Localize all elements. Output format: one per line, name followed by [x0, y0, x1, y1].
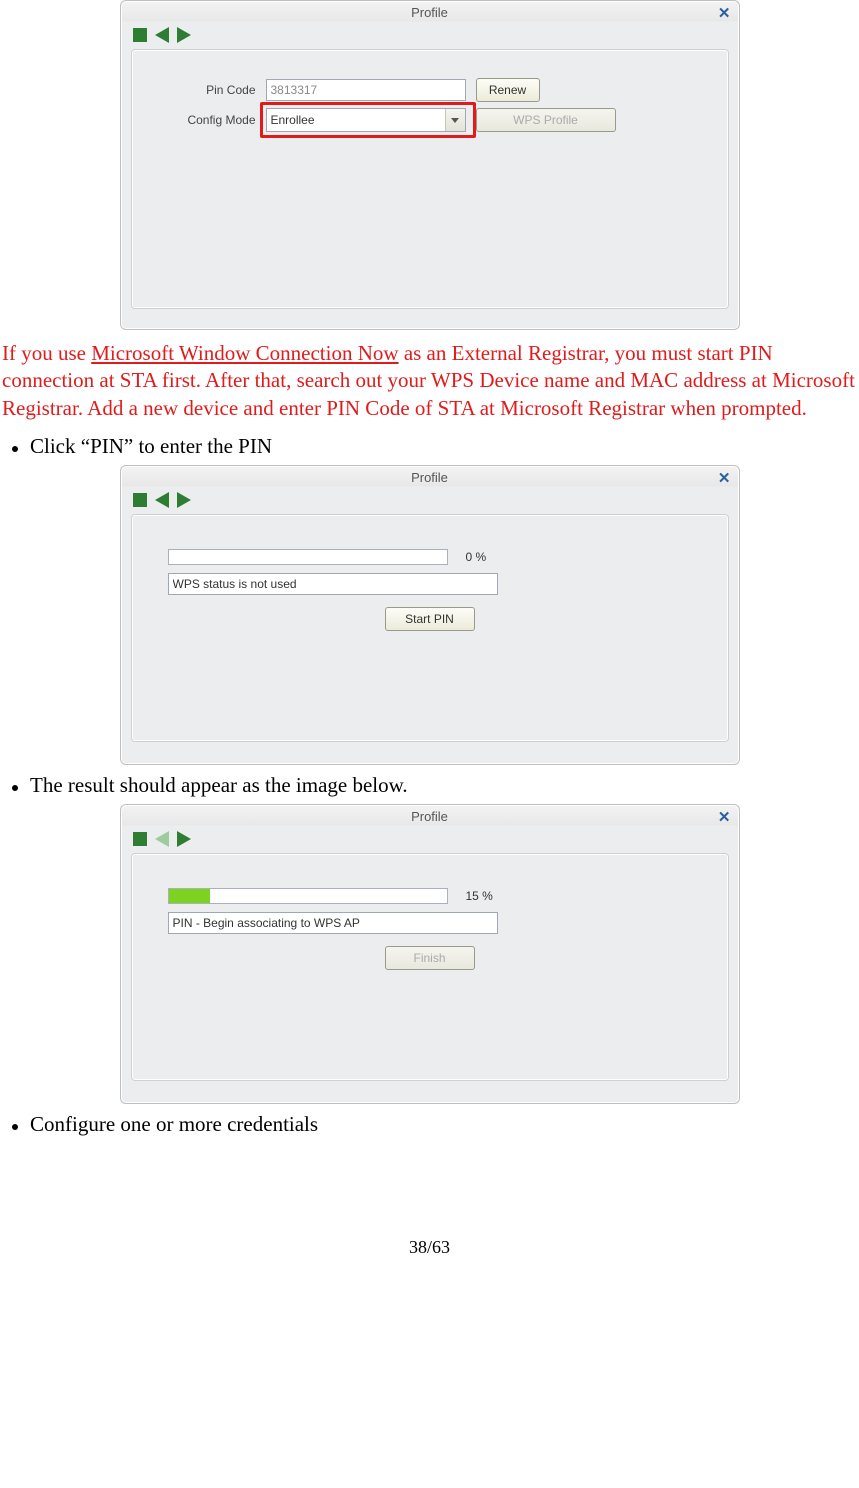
stop-icon[interactable]: [133, 28, 147, 42]
toolbar: [121, 23, 739, 49]
progress-fill: [169, 889, 211, 903]
registrar-note: If you use Microsoft Window Connection N…: [0, 338, 859, 428]
wps-profile-button: WPS Profile: [476, 108, 616, 132]
profile-panel-1: Profile ✕ Pin Code Renew Config Mode WPS…: [120, 0, 740, 330]
panel-body: Pin Code Renew Config Mode WPS Profile: [131, 49, 729, 309]
back-icon[interactable]: [155, 492, 169, 508]
start-pin-button[interactable]: Start PIN: [385, 607, 475, 631]
profile-panel-3: Profile ✕ 15 % Finish: [120, 804, 740, 1104]
close-icon[interactable]: ✕: [718, 4, 731, 22]
progress-bar: [168, 888, 448, 904]
bullet-click-pin: Click “PIN” to enter the PIN: [8, 434, 859, 459]
panel-title: Profile: [121, 1, 739, 23]
progress-bar: [168, 549, 448, 565]
back-icon[interactable]: [155, 27, 169, 43]
bullet-configure: Configure one or more credentials: [8, 1112, 859, 1137]
finish-button: Finish: [385, 946, 475, 970]
panel-body: 0 % Start PIN: [131, 514, 729, 742]
note-prefix: If you use: [2, 341, 91, 365]
panel-title: Profile: [121, 466, 739, 488]
panel-title: Profile: [121, 805, 739, 827]
forward-icon[interactable]: [177, 831, 191, 847]
progress-percent: 0 %: [466, 550, 487, 564]
config-mode-select[interactable]: [266, 108, 466, 132]
close-icon[interactable]: ✕: [718, 808, 731, 826]
profile-panel-2: Profile ✕ 0 % Start PIN: [120, 465, 740, 765]
toolbar: [121, 827, 739, 853]
back-icon[interactable]: [155, 831, 169, 847]
toolbar: [121, 488, 739, 514]
note-link: Microsoft Window Connection Now: [91, 341, 398, 365]
stop-icon[interactable]: [133, 832, 147, 846]
pin-code-field[interactable]: [266, 79, 466, 101]
progress-percent: 15 %: [466, 889, 493, 903]
forward-icon[interactable]: [177, 492, 191, 508]
pin-label: Pin Code: [146, 83, 256, 97]
wps-status-field[interactable]: [168, 912, 498, 934]
forward-icon[interactable]: [177, 27, 191, 43]
bullet-result: The result should appear as the image be…: [8, 773, 859, 798]
page-number: 38/63: [0, 1237, 859, 1258]
renew-button[interactable]: Renew: [476, 78, 540, 102]
panel-body: 15 % Finish: [131, 853, 729, 1081]
close-icon[interactable]: ✕: [718, 469, 731, 487]
config-mode-label: Config Mode: [146, 113, 256, 127]
wps-status-field[interactable]: [168, 573, 498, 595]
stop-icon[interactable]: [133, 493, 147, 507]
